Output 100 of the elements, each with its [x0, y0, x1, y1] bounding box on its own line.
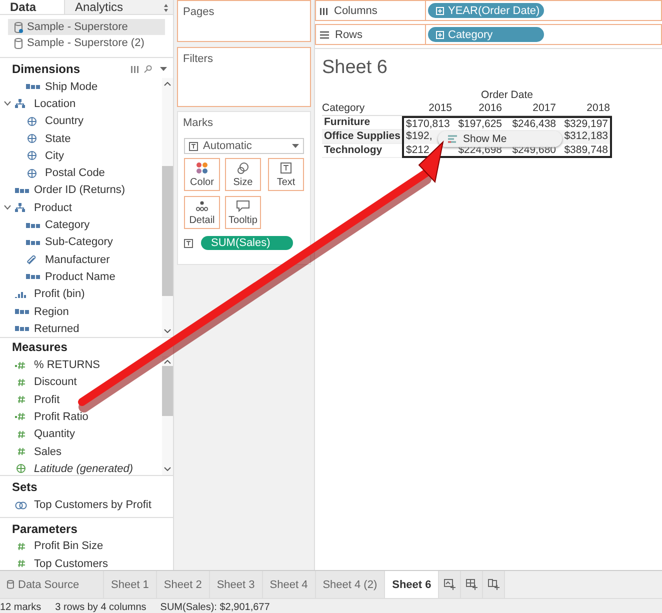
field-item[interactable]: Profit Ratio: [0, 408, 162, 426]
field-item[interactable]: Order ID (Returns): [0, 182, 162, 200]
column-header: Order Date: [480, 89, 534, 102]
field-item[interactable]: Product Name: [0, 268, 162, 286]
text-type-icon: [26, 222, 40, 229]
data-source-item[interactable]: Sample - Superstore: [8, 19, 165, 35]
new-dashboard-button[interactable]: [461, 571, 484, 598]
text-mark-icon: [184, 238, 193, 248]
scroll-up-icon: [164, 82, 171, 86]
sheet-tab[interactable]: Sheet 6: [385, 571, 440, 598]
new-dashboard-icon: [466, 579, 478, 590]
rows-icon: [320, 30, 329, 38]
database-icon: [14, 38, 23, 48]
data-source-item[interactable]: Sample - Superstore (2): [8, 35, 165, 51]
field-item[interactable]: Discount: [0, 374, 162, 392]
marks-card-button[interactable]: Detail: [184, 196, 220, 229]
chart-icon: [448, 134, 458, 144]
sheet-tab[interactable]: Sheet 2: [156, 571, 210, 598]
text-type-icon: [26, 238, 40, 246]
sheet-tab[interactable]: Data Source: [0, 571, 104, 598]
field-item[interactable]: Location: [0, 95, 162, 113]
text-type-icon: [15, 308, 29, 315]
scrollbar[interactable]: [162, 78, 173, 338]
circles-icon: [237, 162, 249, 174]
new-sheet-icon: [444, 579, 456, 590]
sheet-tab[interactable]: Sheet 4 (2): [316, 571, 386, 598]
database-icon: [14, 22, 23, 32]
field-item[interactable]: State: [0, 130, 162, 148]
speech-bubble-icon: [236, 200, 250, 212]
section-title: Dimensions: [12, 62, 82, 76]
field-item[interactable]: Country: [0, 112, 162, 130]
scroll-down-icon: [164, 467, 171, 472]
filters-shelf-title: Filters: [182, 52, 214, 67]
section-title: Sets: [12, 480, 38, 494]
field-item[interactable]: Sales: [0, 442, 162, 460]
text-type-icon: [15, 186, 29, 194]
marks-title: Marks: [182, 116, 214, 131]
sheet-tab[interactable]: Sheet 1: [104, 571, 157, 598]
columns-icon: [320, 6, 328, 14]
year-header: 2016: [454, 102, 504, 116]
sheet-title: Sheet 6: [322, 57, 388, 79]
new-worksheet-button[interactable]: [439, 571, 462, 598]
field-item[interactable]: Quantity: [0, 426, 162, 443]
marks-card-button[interactable]: Text: [268, 158, 304, 191]
scroll-up-icon: [164, 360, 171, 364]
mark-type-dropdown[interactable]: Automatic: [184, 138, 304, 154]
category-cell: Technology: [322, 144, 402, 158]
caret-icon: [292, 144, 299, 148]
field-item[interactable]: % RETURNS: [0, 356, 162, 374]
field-item[interactable]: Sub-Category: [0, 234, 162, 251]
mark-type-label: Automatic: [203, 140, 253, 152]
field-item[interactable]: Profit Bin Size: [0, 538, 173, 556]
year-header: 2017: [504, 102, 558, 116]
status-text: 3 rows by 4 columns: [55, 602, 146, 612]
year-header: 2018: [558, 102, 612, 116]
columns-icon[interactable]: [131, 66, 139, 72]
field-item[interactable]: Category: [0, 216, 162, 234]
marks-card-button[interactable]: Color: [184, 158, 220, 191]
scrollbar[interactable]: [162, 356, 173, 476]
updown-icon[interactable]: [164, 4, 168, 12]
detail-dots-icon: [196, 200, 208, 212]
text-mark-icon: [280, 162, 292, 174]
marks-card-button[interactable]: Tooltip: [225, 196, 261, 229]
text-type-icon: [15, 325, 29, 332]
database-icon: [7, 580, 14, 589]
search-icon[interactable]: [144, 65, 152, 73]
marks-card-button[interactable]: Size: [225, 158, 261, 191]
field-item[interactable]: Postal Code: [0, 164, 162, 182]
sheet-tab[interactable]: Sheet 4: [262, 571, 316, 598]
field-item[interactable]: Ship Mode: [0, 78, 162, 96]
new-story-button[interactable]: [483, 571, 506, 598]
text-type-icon: [26, 273, 40, 280]
field-item[interactable]: Returned: [0, 320, 162, 338]
field-item[interactable]: Product: [0, 199, 162, 216]
show-me-button[interactable]: Show Me: [438, 131, 562, 147]
status-text: 12 marks: [0, 602, 42, 612]
new-story-icon: [488, 579, 500, 590]
row-header: Category: [322, 102, 402, 116]
year-header: 2015: [402, 102, 454, 116]
section-title: Measures: [12, 340, 68, 354]
field-item[interactable]: Latitude (generated): [0, 460, 162, 476]
caret-icon[interactable]: [160, 67, 167, 71]
value-cell: $312,183: [558, 130, 612, 144]
text-type-icon: [26, 83, 40, 90]
pane-tab[interactable]: Analytics: [64, 0, 173, 14]
plus-box-icon: [436, 6, 444, 14]
status-text: SUM(Sales): $2,901,677: [160, 602, 270, 612]
field-item[interactable]: Profit: [0, 391, 162, 408]
field-item[interactable]: City: [0, 147, 162, 164]
field-item[interactable]: Top Customers by Profit: [0, 496, 173, 514]
field-item[interactable]: Region: [0, 302, 162, 320]
sheet-tab[interactable]: Sheet 3: [210, 571, 263, 598]
text-mark-icon: [189, 142, 198, 150]
pages-shelf-title: Pages: [182, 5, 216, 20]
plus-box-icon: [436, 30, 444, 38]
field-item[interactable]: Manufacturer: [0, 250, 162, 268]
field-item[interactable]: Profit (bin): [0, 286, 162, 303]
scroll-down-icon: [164, 329, 171, 334]
section-title: Parameters: [12, 522, 78, 536]
field-item[interactable]: Top Customers: [0, 555, 173, 572]
